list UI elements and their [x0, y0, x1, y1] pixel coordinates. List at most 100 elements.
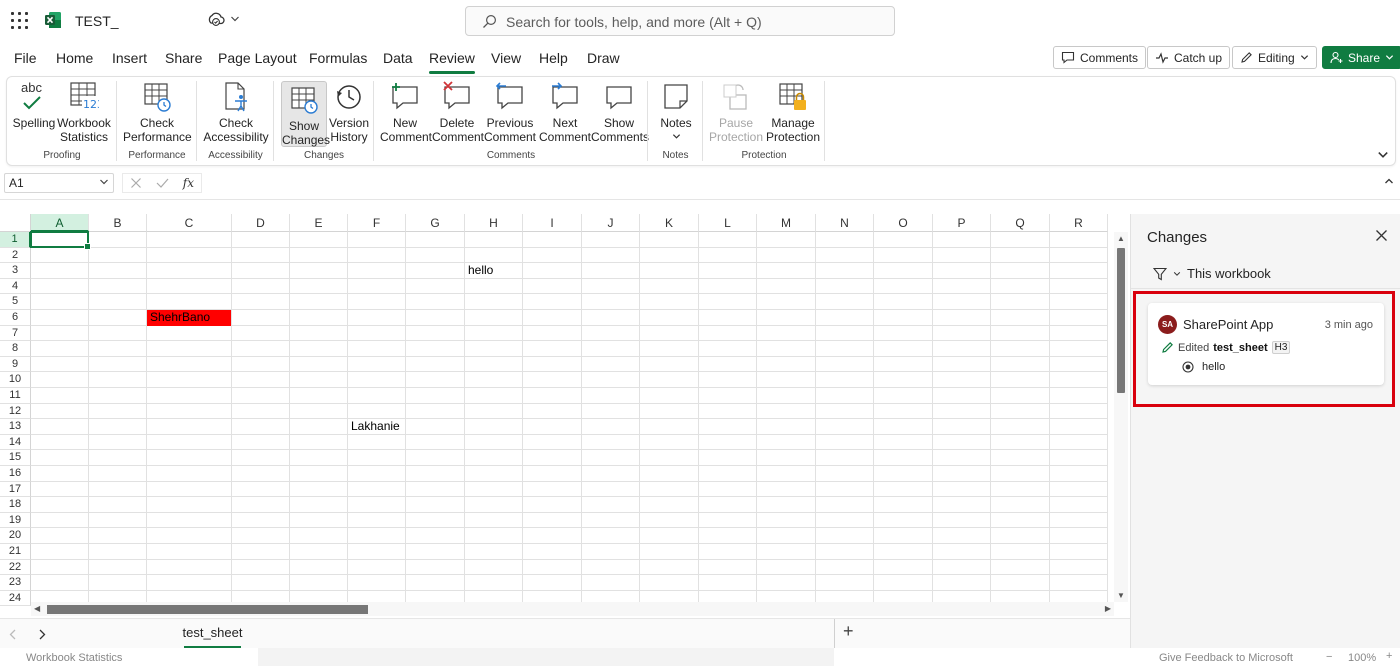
- tab-help[interactable]: Help: [539, 50, 568, 66]
- row-header-3[interactable]: 3: [0, 263, 31, 279]
- zoom-in-icon[interactable]: +: [1386, 650, 1392, 662]
- tab-file[interactable]: File: [14, 50, 37, 66]
- editing-mode-button[interactable]: Editing: [1232, 46, 1317, 69]
- tab-review[interactable]: Review: [429, 50, 475, 74]
- row-header-20[interactable]: 20: [0, 528, 31, 544]
- row-header-15[interactable]: 15: [0, 450, 31, 466]
- ribbon-expand-icon[interactable]: [1377, 149, 1389, 161]
- insert-function-button[interactable]: fx: [183, 176, 194, 190]
- pause-protection-button[interactable]: Pause Protection: [707, 81, 765, 144]
- vertical-scroll-thumb[interactable]: [1117, 248, 1125, 393]
- change-card[interactable]: SA SharePoint App 3 min ago Edited test_…: [1148, 303, 1384, 385]
- sheet-next-icon[interactable]: [38, 629, 46, 640]
- delete-comment-button[interactable]: Delete Comment: [432, 81, 484, 144]
- name-box[interactable]: A1: [4, 173, 114, 193]
- previous-comment-button[interactable]: Previous Comment: [484, 81, 536, 144]
- chevron-down-icon[interactable]: [230, 14, 240, 24]
- row-header-17[interactable]: 17: [0, 481, 31, 498]
- check-accessibility-button[interactable]: Check Accessibility: [203, 81, 269, 144]
- manage-protection-button[interactable]: Manage Protection: [765, 81, 821, 144]
- row-header-9[interactable]: 9: [0, 356, 31, 373]
- show-comments-button[interactable]: Show Comments: [591, 81, 649, 144]
- cell-h3[interactable]: hello: [465, 263, 493, 279]
- row-header-24[interactable]: 24: [0, 590, 31, 606]
- autosave-status-icon[interactable]: [207, 12, 225, 28]
- horizontal-scrollbar[interactable]: ◀ ▶: [31, 602, 1114, 616]
- check-performance-button[interactable]: Check Performance: [123, 81, 192, 144]
- spelling-button[interactable]: abc Spelling: [12, 81, 56, 131]
- column-header-b[interactable]: B: [89, 214, 147, 232]
- column-header-o[interactable]: O: [874, 214, 933, 232]
- zoom-level[interactable]: 100%: [1348, 652, 1376, 664]
- new-comment-button[interactable]: New Comment: [380, 81, 432, 144]
- row-header-16[interactable]: 16: [0, 466, 31, 482]
- comments-button[interactable]: Comments: [1053, 46, 1147, 69]
- column-header-m[interactable]: M: [757, 214, 816, 232]
- row-header-18[interactable]: 18: [0, 497, 31, 513]
- column-header-e[interactable]: E: [290, 214, 348, 232]
- row-header-1[interactable]: 1: [0, 232, 31, 248]
- column-header-n[interactable]: N: [816, 214, 874, 232]
- row-header-10[interactable]: 10: [0, 372, 31, 388]
- vertical-scrollbar[interactable]: ▲ ▼: [1114, 232, 1128, 602]
- worksheet-grid[interactable]: A B C D E F G H I J K L M N O P Q R 1 2 3 4 5 6 7 8 9 10 11 12 13 14 15 1…: [0, 214, 1130, 606]
- sheet-prev-icon[interactable]: [9, 629, 17, 640]
- row-header-21[interactable]: 21: [0, 544, 31, 560]
- column-header-c[interactable]: C: [147, 214, 232, 232]
- chevron-up-icon[interactable]: [1384, 176, 1394, 186]
- row-header-7[interactable]: 7: [0, 325, 31, 342]
- workbook-statistics-button[interactable]: 123 Workbook Statistics: [57, 81, 111, 144]
- search-box[interactable]: Search for tools, help, and more (Alt + …: [465, 6, 895, 36]
- catch-up-button[interactable]: Catch up: [1147, 46, 1231, 69]
- change-cell-ref[interactable]: H3: [1271, 341, 1291, 354]
- active-cell-cursor[interactable]: [30, 231, 91, 250]
- tab-formulas[interactable]: Formulas: [309, 50, 367, 66]
- column-header-f[interactable]: F: [348, 214, 406, 232]
- column-header-l[interactable]: L: [699, 214, 757, 232]
- tab-data[interactable]: Data: [383, 50, 413, 66]
- show-changes-button[interactable]: Show Changes: [281, 81, 330, 147]
- feedback-link[interactable]: Give Feedback to Microsoft: [1159, 652, 1293, 664]
- changes-filter-button[interactable]: This workbook: [1153, 266, 1271, 281]
- tab-page-layout[interactable]: Page Layout: [218, 50, 297, 66]
- enter-check-icon[interactable]: [156, 177, 169, 189]
- row-header-8[interactable]: 8: [0, 341, 31, 357]
- select-all-corner[interactable]: [0, 214, 31, 232]
- tab-view[interactable]: View: [491, 50, 521, 66]
- add-sheet-button[interactable]: +: [843, 621, 854, 642]
- cancel-icon[interactable]: [130, 177, 142, 189]
- version-history-button[interactable]: Version History: [329, 81, 369, 144]
- row-header-12[interactable]: 12: [0, 403, 31, 420]
- tab-draw[interactable]: Draw: [587, 50, 620, 66]
- horizontal-scroll-thumb[interactable]: [47, 605, 368, 614]
- share-button[interactable]: Share: [1322, 46, 1400, 69]
- row-header-22[interactable]: 22: [0, 559, 31, 576]
- next-comment-button[interactable]: Next Comment: [539, 81, 591, 144]
- scroll-down-icon[interactable]: ▼: [1117, 591, 1125, 600]
- column-header-i[interactable]: I: [523, 214, 582, 232]
- app-launcher-icon[interactable]: [11, 12, 28, 29]
- column-header-r[interactable]: R: [1050, 214, 1108, 232]
- workbook-statistics-status[interactable]: Workbook Statistics: [26, 652, 122, 664]
- scroll-right-icon[interactable]: ▶: [1105, 604, 1111, 613]
- column-header-a[interactable]: A: [31, 214, 89, 232]
- cell-c6[interactable]: ShehrBano: [147, 310, 231, 326]
- row-header-11[interactable]: 11: [0, 388, 31, 404]
- scroll-left-icon[interactable]: ◀: [34, 604, 40, 613]
- column-header-h[interactable]: H: [465, 214, 523, 232]
- tab-insert[interactable]: Insert: [112, 50, 147, 66]
- scroll-up-icon[interactable]: ▲: [1117, 234, 1125, 243]
- row-header-6[interactable]: 6: [0, 310, 31, 326]
- chevron-down-icon[interactable]: [99, 177, 109, 187]
- zoom-out-icon[interactable]: −: [1326, 651, 1332, 663]
- column-header-k[interactable]: K: [640, 214, 699, 232]
- column-header-q[interactable]: Q: [991, 214, 1050, 232]
- column-header-g[interactable]: G: [406, 214, 465, 232]
- column-header-j[interactable]: J: [582, 214, 640, 232]
- notes-button[interactable]: Notes: [656, 81, 696, 144]
- row-header-5[interactable]: 5: [0, 294, 31, 310]
- cell-f13[interactable]: Lakhanie: [348, 419, 400, 435]
- row-header-23[interactable]: 23: [0, 575, 31, 591]
- tab-share[interactable]: Share: [165, 50, 202, 66]
- column-header-d[interactable]: D: [232, 214, 290, 232]
